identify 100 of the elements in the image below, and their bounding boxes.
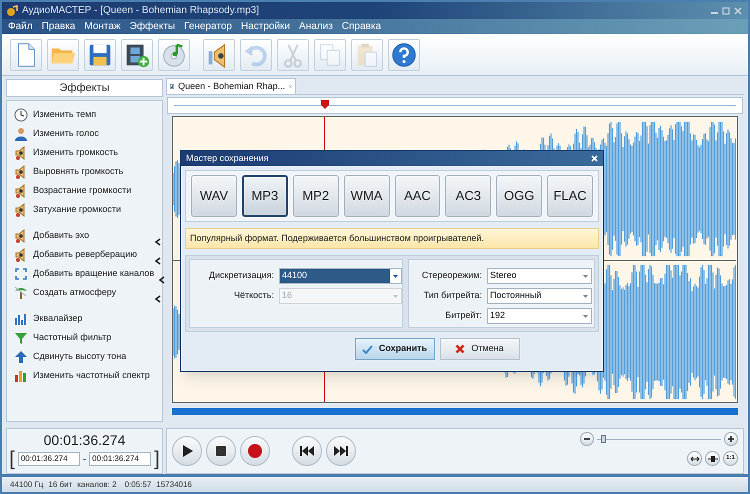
rotate-icon bbox=[14, 266, 28, 280]
document-tab[interactable]: Queen - Bohemian Rhap... bbox=[166, 78, 296, 94]
start-time-field[interactable]: 00:01:36.274 bbox=[18, 452, 80, 466]
format-button[interactable]: WAV bbox=[191, 175, 237, 217]
field-label: Тип битрейта: bbox=[422, 289, 482, 302]
toolbar-button[interactable] bbox=[203, 38, 235, 70]
close-icon bbox=[289, 83, 292, 90]
app-icon bbox=[6, 4, 18, 16]
scrollbar[interactable] bbox=[172, 408, 738, 415]
effect-item[interactable]: Изменить громкость bbox=[7, 143, 162, 162]
format-button[interactable]: FLAC bbox=[547, 175, 593, 217]
status-text: 16 бит bbox=[48, 478, 72, 490]
field-label: Битрейт: bbox=[444, 309, 482, 322]
menu-item[interactable]: Файл bbox=[8, 19, 33, 34]
effect-item[interactable]: Изменить темп bbox=[7, 105, 162, 124]
menu-item[interactable]: Эффекты bbox=[130, 19, 176, 34]
transport-button[interactable] bbox=[172, 436, 202, 466]
dropdown-arrow-icon bbox=[390, 292, 401, 300]
menu-item[interactable]: Монтаж bbox=[84, 19, 121, 34]
palm-tree-icon bbox=[14, 286, 28, 300]
funnel-icon bbox=[14, 330, 28, 344]
format-button[interactable]: MP2 bbox=[292, 175, 339, 217]
format-button[interactable]: OGG bbox=[496, 175, 542, 217]
person-icon bbox=[14, 126, 28, 140]
toolbar-button[interactable] bbox=[121, 38, 153, 70]
dropdown-field[interactable]: 192 bbox=[487, 308, 592, 324]
info-message: Популярный формат. Подерживается большинством проигрывателей. bbox=[185, 228, 599, 249]
zoom-minus-button[interactable] bbox=[580, 432, 594, 446]
skip-forward-icon bbox=[333, 443, 349, 459]
zoom-plus-button[interactable] bbox=[724, 432, 738, 446]
field-label: Чёткость: bbox=[233, 289, 274, 302]
effect-item[interactable]: Изменить голос bbox=[7, 124, 162, 143]
dropdown-arrow-icon bbox=[580, 292, 591, 300]
format-button[interactable]: AAC bbox=[394, 175, 440, 217]
dialog-button[interactable]: Сохранить bbox=[354, 338, 434, 360]
dropdown-arrow-icon bbox=[580, 272, 591, 280]
bracket: ] bbox=[154, 449, 160, 469]
arrows-horizontal-icon bbox=[690, 454, 700, 462]
effect-item[interactable]: Эквалайзер bbox=[7, 309, 162, 328]
transport-button[interactable] bbox=[206, 436, 236, 466]
zoom-slider[interactable] bbox=[597, 434, 721, 444]
maximize-icon bbox=[722, 6, 730, 14]
field-label: Стереорежим: bbox=[420, 269, 482, 282]
view-button[interactable] bbox=[705, 451, 720, 466]
close-icon bbox=[734, 6, 742, 14]
dialog-title: Мастер сохранения bbox=[186, 152, 270, 165]
format-button[interactable]: MP3 bbox=[242, 175, 288, 217]
effect-item[interactable]: Добавить эхо bbox=[7, 226, 162, 245]
effect-item[interactable]: Добавить вращение каналов bbox=[7, 264, 162, 283]
effect-item[interactable]: Затухание громкости bbox=[7, 200, 162, 219]
end-time-field[interactable]: 00:01:36.274 bbox=[89, 452, 152, 466]
fit-selection-icon bbox=[708, 454, 718, 462]
toolbar-button[interactable] bbox=[84, 38, 116, 70]
menu-item[interactable]: Генератор bbox=[184, 19, 232, 34]
format-button[interactable]: WMA bbox=[344, 175, 390, 217]
menu-item[interactable]: Правка bbox=[42, 19, 76, 34]
menu-item[interactable]: Настройки bbox=[240, 19, 290, 34]
stop-icon bbox=[213, 443, 229, 459]
time-display: 00:01:36.274 bbox=[44, 431, 126, 449]
equalizer-icon bbox=[14, 312, 28, 326]
dropdown-field[interactable]: 44100 bbox=[279, 268, 402, 284]
effect-item[interactable]: Сдвинуть высоту тона bbox=[7, 347, 162, 366]
window-title: АудиоМАСТЕР - [Queen - Bohemian Rhapsody.mp3] bbox=[22, 4, 260, 18]
dropdown-arrow-icon bbox=[390, 272, 401, 280]
transport-button[interactable] bbox=[326, 436, 356, 466]
effect-item[interactable]: Изменить частотный спектр bbox=[7, 366, 162, 385]
menu-item[interactable]: Справка bbox=[342, 19, 382, 34]
minus-icon bbox=[583, 435, 591, 443]
status-text: 0:05:57 bbox=[124, 478, 152, 490]
playhead-marker[interactable] bbox=[321, 100, 329, 109]
bracket: [ bbox=[9, 449, 15, 469]
bar-chart-icon bbox=[14, 368, 28, 382]
dropdown-arrow-icon bbox=[580, 312, 591, 320]
dropdown-field[interactable]: Stereo bbox=[487, 268, 592, 284]
plus-icon bbox=[727, 435, 735, 443]
format-button[interactable]: AC3 bbox=[445, 175, 492, 217]
panel-header: Эффекты bbox=[6, 79, 163, 97]
close-icon bbox=[591, 155, 598, 162]
slider-thumb[interactable] bbox=[600, 435, 606, 443]
effect-item[interactable]: Создать атмосферу bbox=[7, 283, 162, 302]
skip-back-icon bbox=[299, 443, 315, 459]
field-label: Дискретизация: bbox=[208, 269, 274, 282]
status-text: 44100 Гц bbox=[10, 478, 44, 490]
music-file-icon bbox=[170, 81, 174, 92]
dialog-button[interactable]: Отмена bbox=[440, 338, 520, 360]
transport-button[interactable] bbox=[292, 436, 322, 466]
toolbar-button[interactable] bbox=[388, 38, 420, 70]
menu-item[interactable]: Анализ bbox=[299, 19, 333, 34]
effect-item[interactable]: Возрастание громкости bbox=[7, 181, 162, 200]
effect-item[interactable]: Добавить реверберацию bbox=[7, 245, 162, 264]
record-icon bbox=[247, 443, 263, 459]
view-button[interactable] bbox=[687, 451, 702, 466]
status-text: 15734016 bbox=[156, 478, 192, 490]
cross-icon bbox=[455, 344, 466, 354]
clock-icon bbox=[14, 108, 28, 122]
effect-item[interactable]: Частотный фильтр bbox=[7, 328, 162, 347]
effect-item[interactable]: Выровнять громкость bbox=[7, 162, 162, 181]
arrow-up-icon bbox=[14, 350, 28, 364]
dropdown-field[interactable]: Постоянный bbox=[487, 288, 592, 304]
checkmark-icon bbox=[362, 344, 373, 354]
